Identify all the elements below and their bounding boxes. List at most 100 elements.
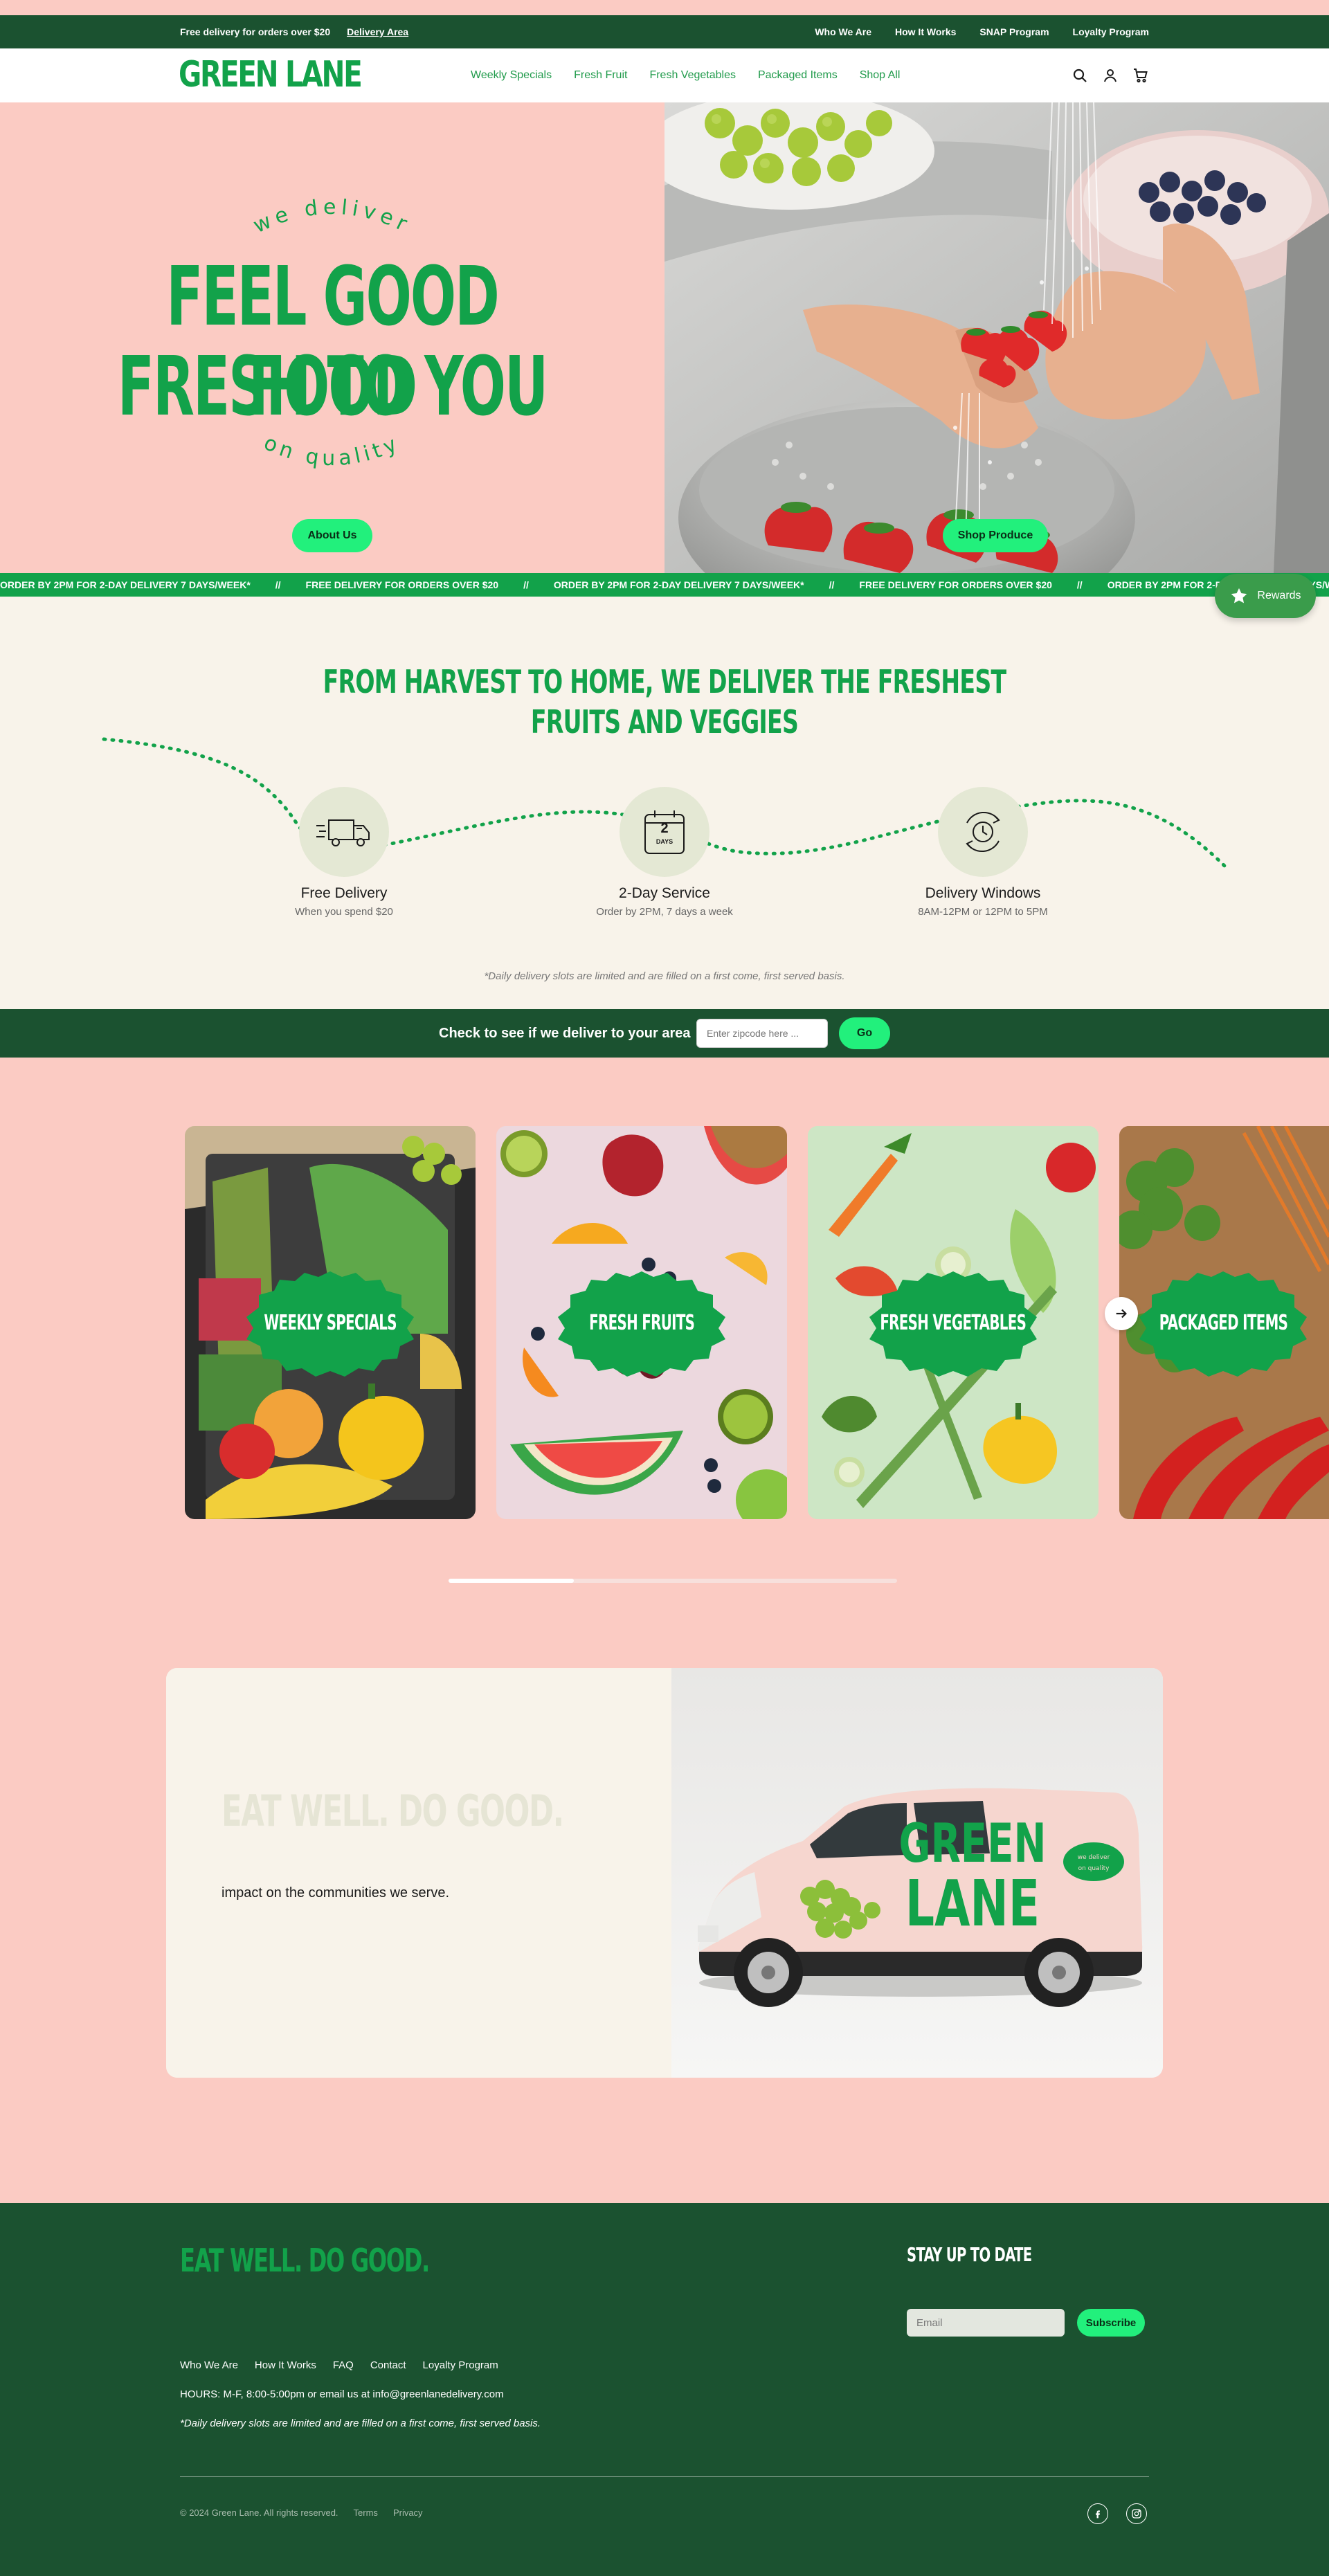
category-badge: PACKAGED ITEMS	[1137, 1267, 1310, 1378]
zip-check-label: Check to see if we deliver to your area	[439, 1025, 691, 1041]
svg-text:on quality: on quality	[260, 435, 404, 471]
mission-text: impact on the communities we serve.	[222, 1885, 450, 1901]
mission-van-image: GREEN LANE we deliver on quality	[671, 1668, 1163, 2078]
mission-section: EAT WELL. DO GOOD. impact on the communi…	[166, 1668, 1163, 2078]
mission-heading: EAT WELL. DO GOOD.	[222, 1786, 564, 1836]
footer-divider	[180, 2476, 1149, 2477]
carousel-next-button[interactable]	[1105, 1297, 1138, 1330]
hero-arc-bottom: on quality	[260, 435, 404, 471]
privacy-link[interactable]: Privacy	[393, 2507, 423, 2518]
facebook-icon[interactable]	[1087, 2503, 1108, 2524]
category-card-packaged-items[interactable]: PACKAGED ITEMS	[1119, 1126, 1329, 1519]
how-title-line2: FRUITS AND VEGGIES	[530, 703, 799, 741]
header-icons	[1072, 48, 1149, 102]
ticker-separator: //	[275, 579, 281, 590]
top-link-loyalty-program[interactable]: Loyalty Program	[1073, 26, 1149, 37]
footer-link-how-it-works[interactable]: How It Works	[255, 2359, 316, 2371]
mission-text-panel: EAT WELL. DO GOOD. impact on the communi…	[166, 1668, 671, 2078]
terms-link[interactable]: Terms	[354, 2507, 378, 2518]
site-footer: EAT WELL. DO GOOD. STAY UP TO DATE Email…	[0, 2203, 1329, 2576]
footer-link-faq[interactable]: FAQ	[333, 2359, 354, 2371]
delivery-slots-note: *Daily delivery slots are limited and ar…	[484, 970, 845, 982]
logo[interactable]: GREEN LANE	[179, 54, 363, 96]
van-brand-text: GREEN	[898, 1813, 1046, 1876]
feature-delivery-windows: Delivery Windows 8AM-12PM or 12PM to 5PM	[893, 787, 1073, 918]
delivery-area-link[interactable]: Delivery Area	[347, 26, 408, 37]
search-icon[interactable]	[1072, 67, 1088, 84]
nav-shop-all[interactable]: Shop All	[860, 69, 901, 82]
main-nav: Weekly Specials Fresh Fruit Fresh Vegeta…	[471, 48, 900, 102]
category-card-fresh-vegetables[interactable]: FRESH VEGETABLES	[808, 1126, 1099, 1519]
category-badge: FRESH FRUITS	[555, 1267, 728, 1378]
feature-2-day-service: 2 DAYS 2-Day Service Order by 2PM, 7 day…	[575, 787, 754, 918]
footer-link-loyalty-program[interactable]: Loyalty Program	[423, 2359, 498, 2371]
how-title-line1: FROM HARVEST TO HOME, WE DELIVER THE FRE…	[323, 663, 1006, 700]
feature-free-delivery: Free Delivery When you spend $20	[254, 787, 434, 918]
nav-packaged-items[interactable]: Packaged Items	[758, 69, 838, 82]
feature-subtitle: Order by 2PM, 7 days a week	[596, 906, 733, 918]
hero-arc-top: we deliver	[250, 195, 415, 238]
ticker-separator: //	[523, 579, 529, 590]
star-icon	[1231, 588, 1247, 604]
truck-icon	[316, 819, 370, 846]
svg-text:we deliver: we deliver	[1078, 1854, 1110, 1861]
hero-photo: Shop Produce	[664, 102, 1329, 573]
clock-icon	[966, 811, 1000, 853]
category-label: WEEKLY SPECIALS	[264, 1310, 397, 1335]
ticker-item: FREE DELIVERY FOR ORDERS OVER $20	[305, 579, 499, 590]
hero-arc-bottom-text: on quality	[260, 435, 400, 471]
carousel-scrollbar[interactable]	[449, 1579, 897, 1583]
footer-brand-tagline: EAT WELL. DO GOOD.	[180, 2242, 430, 2279]
newsletter-email-input[interactable]: Email	[907, 2309, 1065, 2337]
ticker-item: FREE DELIVERY FOR ORDERS OVER $20	[859, 579, 1052, 590]
category-label: FRESH FRUITS	[588, 1310, 695, 1335]
footer-note: *Daily delivery slots are limited and ar…	[180, 2418, 541, 2429]
rewards-label: Rewards	[1257, 590, 1301, 601]
shop-produce-button[interactable]: Shop Produce	[943, 519, 1048, 552]
top-link-who-we-are[interactable]: Who We Are	[815, 26, 871, 37]
site-header: GREEN LANE Weekly Specials Fresh Fruit F…	[0, 48, 1329, 102]
category-card-fresh-fruits[interactable]: FRESH FRUITS	[496, 1126, 787, 1519]
zip-go-button[interactable]: Go	[839, 1017, 890, 1049]
hero-text-panel: we deliver FEEL GOOD FOOD FRESH TO YOU o…	[0, 102, 664, 573]
feature-subtitle: When you spend $20	[295, 906, 393, 918]
promo-text: Free delivery for orders over $20	[180, 26, 331, 37]
announcement-bar: Free delivery for orders over $20 Delive…	[0, 15, 1329, 48]
zipcode-input[interactable]	[696, 1019, 828, 1048]
zip-check-bar: Check to see if we deliver to your area …	[0, 1009, 1329, 1058]
rewards-button[interactable]: Rewards	[1215, 574, 1316, 618]
ticker-separator: //	[1076, 579, 1083, 590]
top-link-snap-program[interactable]: SNAP Program	[979, 26, 1049, 37]
about-us-button[interactable]: About Us	[292, 519, 372, 552]
feature-title: Free Delivery	[300, 885, 388, 901]
category-label: FRESH VEGETABLES	[880, 1310, 1027, 1335]
category-badge: WEEKLY SPECIALS	[244, 1267, 417, 1378]
instagram-icon[interactable]	[1126, 2503, 1147, 2524]
category-card-weekly-specials[interactable]: WEEKLY SPECIALS	[185, 1126, 476, 1519]
ticker-item: ORDER BY 2PM FOR 2-DAY DELIVERY 7 DAYS/W…	[0, 579, 251, 590]
subscribe-button[interactable]: Subscribe	[1077, 2309, 1145, 2337]
svg-text:we deliver: we deliver	[250, 195, 415, 238]
footer-link-who-we-are[interactable]: Who We Are	[180, 2359, 238, 2371]
feature-subtitle: 8AM-12PM or 12PM to 5PM	[918, 906, 1048, 918]
feature-title: Delivery Windows	[925, 885, 1041, 901]
account-icon[interactable]	[1102, 67, 1119, 84]
nav-fresh-fruit[interactable]: Fresh Fruit	[574, 69, 627, 82]
carousel-scroll-thumb[interactable]	[449, 1579, 575, 1583]
cart-icon[interactable]	[1132, 67, 1149, 84]
nav-weekly-specials[interactable]: Weekly Specials	[471, 69, 552, 82]
hero-washing-berries-illustration	[664, 102, 1329, 573]
delivery-van-illustration: GREEN LANE we deliver on quality	[698, 1788, 1143, 2007]
social-links	[1087, 2503, 1147, 2524]
footer-link-contact[interactable]: Contact	[370, 2359, 406, 2371]
footer-hours: HOURS: M-F, 8:00-5:00pm or email us at i…	[180, 2388, 504, 2400]
category-label: PACKAGED ITEMS	[1159, 1310, 1287, 1335]
nav-fresh-vegetables[interactable]: Fresh Vegetables	[649, 69, 736, 82]
arrow-right-icon	[1116, 1309, 1127, 1318]
footer-legal: © 2024 Green Lane. All rights reserved. …	[180, 2507, 423, 2518]
footer-links: Who We Are How It Works FAQ Contact Loya…	[180, 2359, 498, 2371]
ticker-marquee: ORDER BY 2PM FOR 2-DAY DELIVERY 7 DAYS/W…	[0, 573, 1329, 597]
feature-title: 2-Day Service	[619, 885, 710, 901]
top-link-how-it-works[interactable]: How It Works	[895, 26, 956, 37]
van-brand-text: LANE	[905, 1867, 1040, 1941]
